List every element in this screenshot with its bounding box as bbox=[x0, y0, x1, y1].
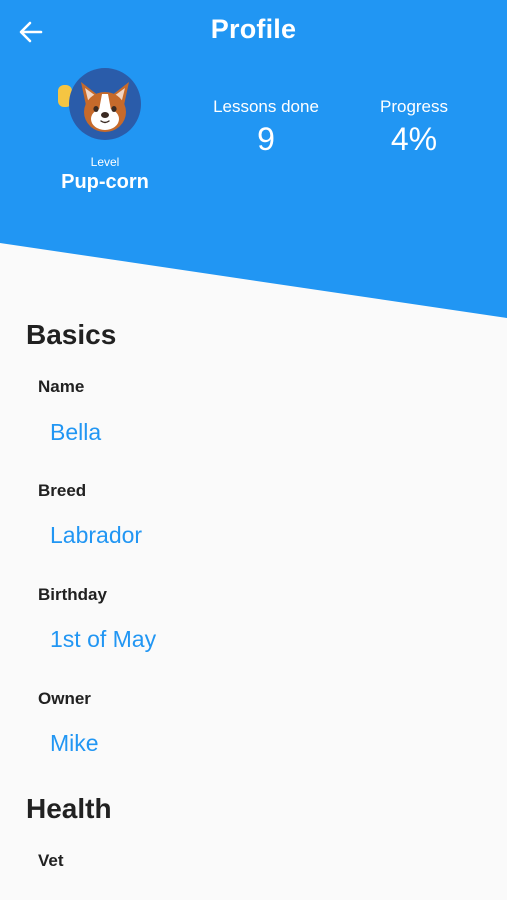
progress-value: 4% bbox=[390, 121, 438, 157]
progress-label: Progress bbox=[379, 97, 449, 116]
lessons-done-value: 9 bbox=[257, 121, 275, 157]
lessons-done-label: Lessons done bbox=[213, 97, 319, 116]
owner-field[interactable]: Mike bbox=[50, 730, 99, 757]
breed-label: Breed bbox=[38, 481, 87, 500]
profile-header: Profile Level Pup-corn Lessons done 9 Pr… bbox=[0, 0, 507, 320]
vet-label: Vet bbox=[38, 851, 64, 870]
corgi-dog-avatar-icon bbox=[58, 68, 141, 140]
level-label: Level bbox=[90, 155, 120, 169]
page-title: Profile bbox=[210, 14, 297, 44]
breed-field[interactable]: Labrador bbox=[50, 522, 142, 549]
section-title-basics: Basics bbox=[26, 319, 117, 350]
name-field[interactable]: Bella bbox=[50, 419, 101, 446]
level-name: Pup-corn bbox=[61, 171, 149, 193]
lessons-done-stat: Lessons done 9 bbox=[196, 97, 336, 159]
name-label: Name bbox=[38, 377, 85, 396]
birthday-label: Birthday bbox=[38, 585, 107, 604]
avatar[interactable] bbox=[56, 66, 146, 142]
birthday-field[interactable]: 1st of May bbox=[50, 626, 156, 653]
section-title-health: Health bbox=[26, 793, 112, 824]
owner-label: Owner bbox=[38, 689, 91, 708]
progress-stat: Progress 4% bbox=[364, 97, 464, 159]
